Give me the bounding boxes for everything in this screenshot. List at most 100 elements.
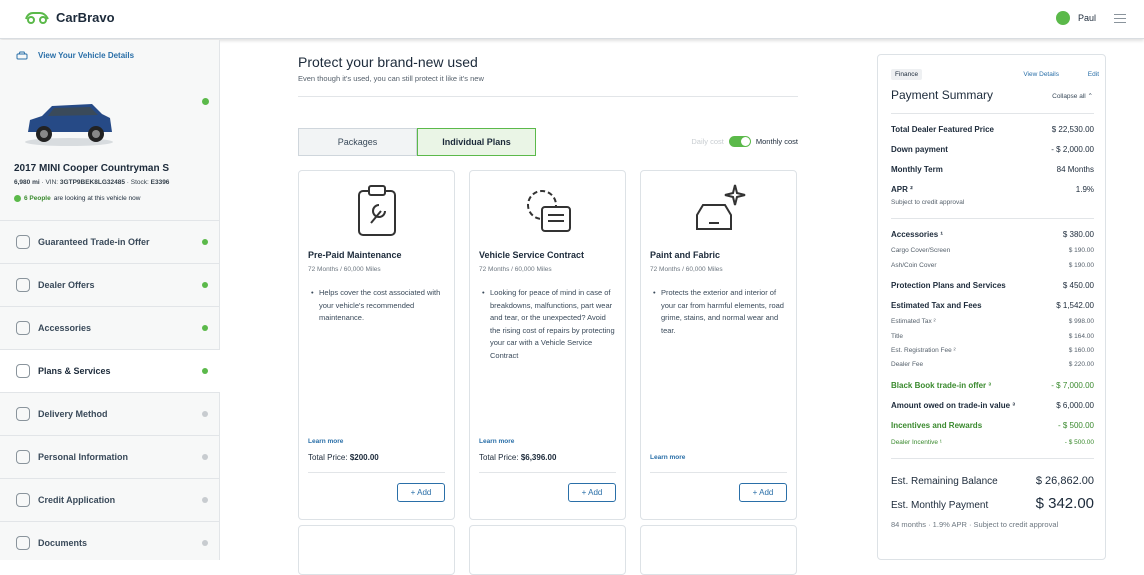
page-title: Protect your brand-new used — [298, 54, 478, 70]
learn-more-link[interactable]: Learn more — [650, 454, 685, 461]
apr-note: Subject to credit approval — [891, 199, 965, 206]
sidebar: View Your Vehicle Details 2017 MINI Coop… — [0, 40, 220, 560]
user-menu[interactable]: Paul — [1055, 11, 1126, 25]
tab-individual-plans[interactable]: Individual Plans — [417, 128, 536, 156]
status-dot — [202, 540, 208, 546]
row-estimated-tax: Estimated Tax ² $ 998.00 — [891, 318, 1094, 325]
monthly-payment: Est. Monthly Payment $ 342.00 — [891, 495, 1094, 512]
car-logo-icon — [25, 12, 49, 24]
avatar — [1055, 11, 1070, 25]
learn-more-link[interactable]: Learn more — [479, 438, 514, 445]
sidebar-item-credit[interactable]: Credit Application — [0, 478, 220, 521]
sidebar-item-accessories[interactable]: Accessories — [0, 306, 220, 349]
plan-card-service-contract: Vehicle Service Contract 72 Months / 60,… — [469, 170, 626, 520]
sidebar-item-delivery[interactable]: Delivery Method — [0, 392, 220, 435]
brand-name: CarBravo — [56, 9, 115, 25]
card-description: Protects the exterior and interior of yo… — [653, 287, 788, 337]
row-total-price[interactable]: Total Dealer Featured Price $ 22,530.00 — [891, 125, 1094, 134]
row-cargo-cover: Cargo Cover/Screen $ 190.00 — [891, 247, 1094, 254]
card-title: Pre-Paid Maintenance — [308, 250, 402, 260]
vehicle-image — [25, 104, 113, 146]
status-dot — [202, 282, 208, 288]
collapse-all-button[interactable]: Collapse all ⌃ — [1052, 92, 1093, 100]
row-black-book: Black Book trade-in offer ³- $ 7,000.00 — [891, 381, 1094, 390]
details-status-dot — [202, 98, 209, 105]
card-price: Total Price: $6,396.00 — [479, 453, 557, 462]
card-duration: 72 Months / 60,000 Miles — [650, 266, 723, 273]
card-price: Total Price: $200.00 — [308, 453, 379, 462]
row-down-payment: Down payment - $ 2,000.00 — [891, 145, 1094, 154]
edit-link[interactable]: Edit — [1088, 71, 1099, 78]
cost-toggle[interactable]: Daily cost Monthly cost — [691, 136, 798, 147]
card-duration: 72 Months / 60,000 Miles — [308, 266, 381, 273]
card-description: Looking for peace of mind in case of bre… — [482, 287, 617, 363]
row-tax-fees[interactable]: Estimated Tax and Fees $ 1,542.00 — [891, 301, 1094, 310]
sparkle-car-icon — [695, 184, 745, 230]
divider — [650, 472, 787, 473]
learn-more-link[interactable]: Learn more — [308, 438, 343, 445]
view-vehicle-details-link[interactable]: View Your Vehicle Details — [0, 40, 219, 71]
clipboard-wrench-icon — [357, 185, 396, 236]
person-icon — [16, 450, 30, 464]
delivery-icon — [16, 407, 30, 421]
accessories-icon — [16, 321, 30, 335]
plan-card-paint-fabric: Paint and Fabric 72 Months / 60,000 Mile… — [640, 170, 797, 520]
row-incentives[interactable]: Incentives and Rewards - $ 500.00 — [891, 421, 1094, 430]
people-icon — [14, 195, 21, 202]
card-title: Paint and Fabric — [650, 250, 721, 260]
card-duration: 72 Months / 60,000 Miles — [479, 266, 552, 273]
trade-in-icon — [16, 235, 30, 249]
plan-tabs: Packages Individual Plans — [298, 128, 536, 156]
status-dot — [202, 411, 208, 417]
row-amount-owed: Amount owed on trade-in value ³ $ 6,000.0… — [891, 401, 1094, 410]
divider — [891, 218, 1094, 219]
credit-icon — [16, 493, 30, 507]
cost-switch[interactable] — [728, 136, 751, 147]
main-content: Protect your brand-new used Even though … — [298, 40, 798, 575]
row-registration-fee: Est. Registration Fee ² $ 160.00 — [891, 347, 1094, 354]
monthly-cost-label: Monthly cost — [755, 137, 798, 146]
add-button[interactable]: + Add — [739, 483, 787, 502]
brand-logo[interactable]: CarBravo — [24, 9, 115, 25]
people-viewing: 6 People are looking at this vehicle now — [14, 195, 140, 202]
status-dot — [202, 497, 208, 503]
remaining-balance: Est. Remaining Balance $ 26,862.00 — [891, 475, 1094, 487]
gear-document-icon — [526, 190, 571, 232]
payment-footer: 84 months · 1.9% APR · Subject to credit… — [891, 520, 1059, 529]
add-button[interactable]: + Add — [568, 483, 616, 502]
status-dot — [202, 325, 208, 331]
row-accessories[interactable]: Accessories ¹ $ 380.00 — [891, 230, 1094, 239]
sidebar-item-plans-services[interactable]: Plans & Services — [0, 349, 220, 392]
page-subtitle: Even though it's used, you can still pro… — [298, 74, 484, 83]
row-title-fee: Title $ 164.00 — [891, 333, 1094, 340]
plan-card-partial — [298, 525, 455, 575]
divider — [298, 96, 798, 97]
shield-icon — [16, 364, 30, 378]
daily-cost-label: Daily cost — [691, 137, 724, 146]
divider — [308, 472, 445, 473]
sidebar-item-dealer-offers[interactable]: Dealer Offers — [0, 263, 220, 306]
card-title: Vehicle Service Contract — [479, 250, 585, 260]
add-button[interactable]: + Add — [397, 483, 445, 502]
status-dot — [202, 368, 208, 374]
plan-card-maintenance: Pre-Paid Maintenance 72 Months / 60,000 … — [298, 170, 455, 520]
row-dealer-fee: Dealer Fee $ 220.00 — [891, 361, 1094, 368]
divider — [891, 458, 1094, 459]
payment-summary: Finance View Details Edit Payment Summar… — [877, 54, 1106, 560]
user-name: Paul — [1077, 13, 1096, 23]
status-dot — [202, 454, 208, 460]
hamburger-menu-icon[interactable] — [1114, 13, 1126, 23]
row-apr: APR ² 1.9% — [891, 185, 1094, 194]
row-dealer-incentive: Dealer Incentive ¹- $ 500.00 — [891, 439, 1094, 446]
document-icon — [16, 536, 30, 550]
sidebar-item-personal-info[interactable]: Personal Information — [0, 435, 220, 478]
sidebar-item-trade-in[interactable]: Guaranteed Trade-in Offer — [0, 220, 220, 263]
vehicle-title: 2017 MINI Cooper Countryman S — [14, 163, 170, 174]
row-protection[interactable]: Protection Plans and Services $ 450.00 — [891, 281, 1094, 290]
sidebar-item-documents[interactable]: Documents — [0, 521, 220, 564]
plan-card-partial — [640, 525, 797, 575]
view-details-link[interactable]: View Details — [1023, 71, 1059, 78]
finance-badge: Finance — [891, 69, 923, 80]
tab-packages[interactable]: Packages — [298, 128, 417, 156]
plan-card-partial — [469, 525, 626, 575]
